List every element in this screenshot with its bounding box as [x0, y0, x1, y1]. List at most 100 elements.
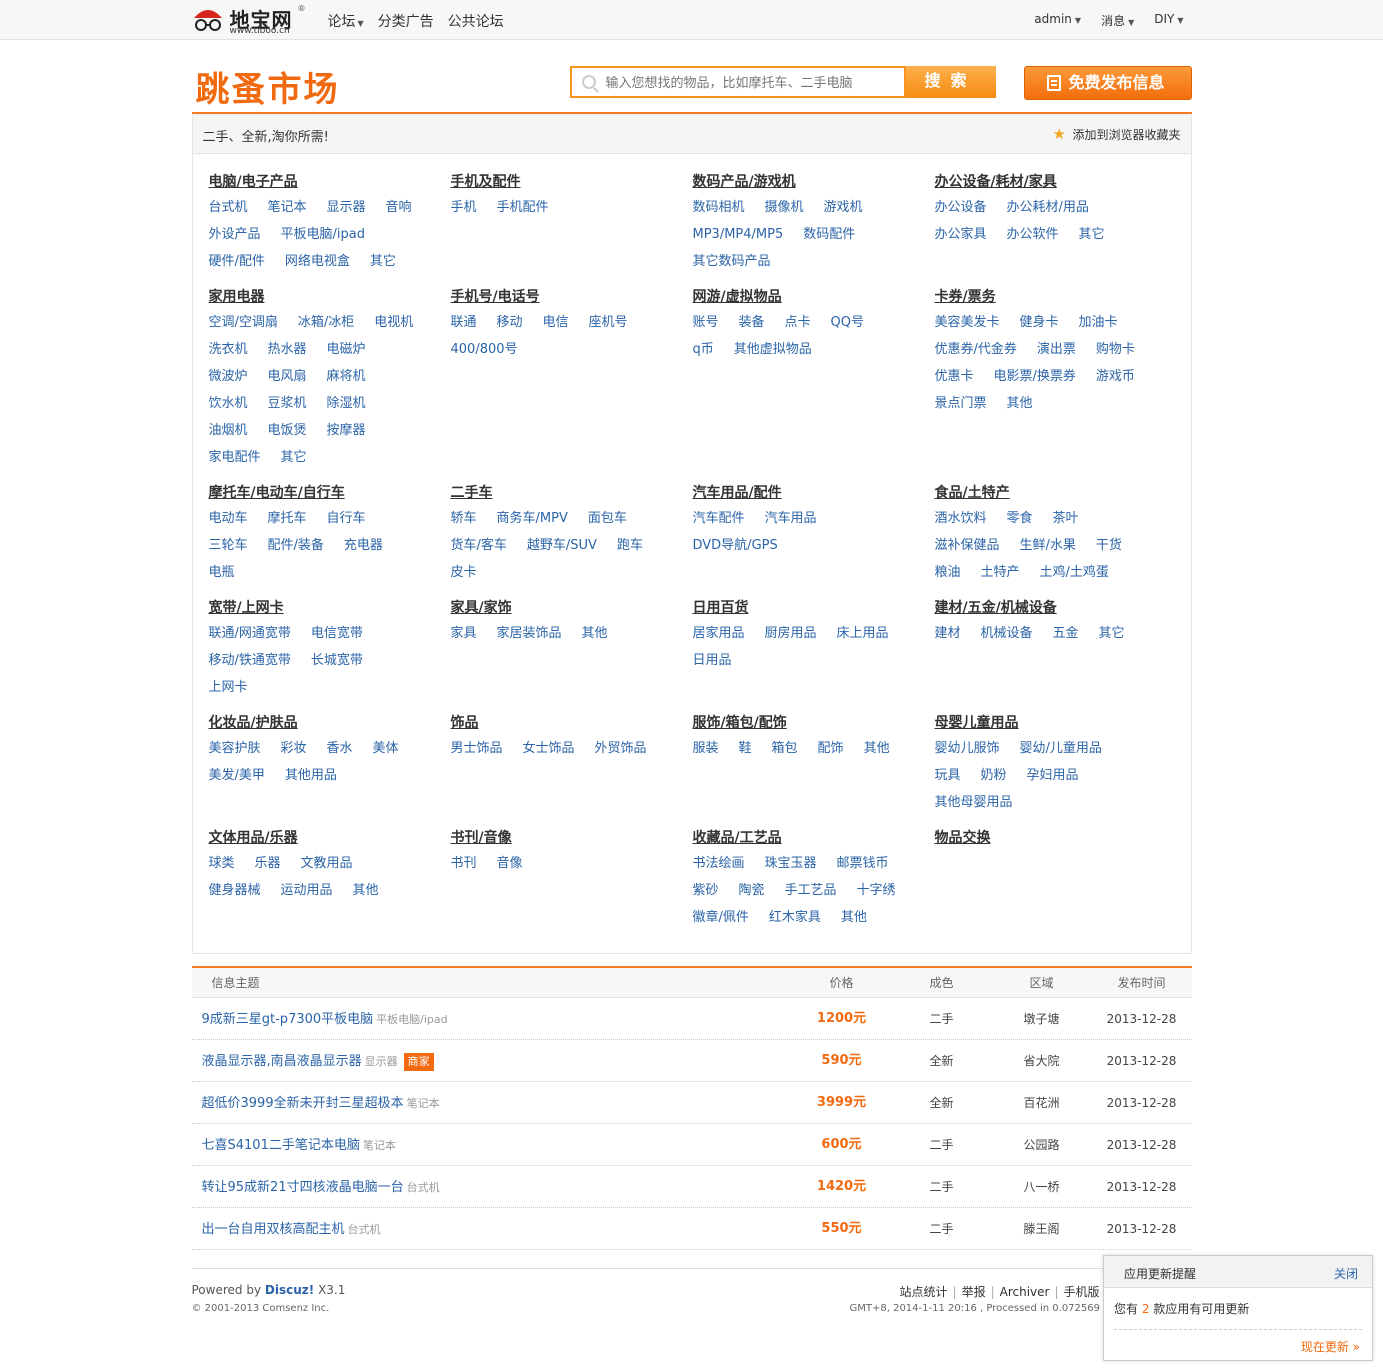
category-link[interactable]: 干货	[1096, 532, 1122, 559]
category-link[interactable]: 长城宽带	[311, 647, 363, 674]
category-link[interactable]: 除湿机	[327, 390, 366, 417]
category-link[interactable]: 三轮车	[209, 532, 248, 559]
category-link[interactable]: 女士饰品	[523, 735, 575, 762]
category-link[interactable]: 电动车	[209, 505, 248, 532]
site-logo[interactable]: 地宝网 ® www.tiboo.cn	[192, 4, 312, 36]
category-link[interactable]: 豆浆机	[268, 390, 307, 417]
category-link[interactable]: 手机	[451, 194, 477, 221]
nav-public-forum[interactable]: 公共论坛	[448, 11, 504, 31]
category-link[interactable]: 外设产品	[209, 221, 261, 248]
category-link[interactable]: 其它	[281, 444, 307, 471]
category-title[interactable]: 日用百货	[693, 596, 935, 620]
category-link[interactable]: 美容护肤	[209, 735, 261, 762]
category-link[interactable]: 电视机	[374, 309, 413, 336]
category-title[interactable]: 建材/五金/机械设备	[935, 596, 1177, 620]
category-link[interactable]: 其它	[370, 248, 396, 275]
category-link[interactable]: 账号	[693, 309, 719, 336]
category-link[interactable]: 台式机	[209, 194, 248, 221]
category-link[interactable]: 鞋	[739, 735, 752, 762]
category-link[interactable]: 电磁炉	[327, 336, 366, 363]
category-link[interactable]: 健身卡	[1020, 309, 1059, 336]
nav-forum[interactable]: 论坛 ▼	[328, 11, 364, 31]
category-link[interactable]: 上网卡	[209, 674, 248, 701]
category-link[interactable]: 优惠卡	[935, 363, 974, 390]
category-link[interactable]: 加油卡	[1079, 309, 1118, 336]
category-link[interactable]: 冰箱/冰柜	[298, 309, 354, 336]
search-button[interactable]: 搜索	[905, 66, 996, 98]
category-link[interactable]: 家具	[451, 620, 477, 647]
category-link[interactable]: 汽车配件	[693, 505, 745, 532]
category-link[interactable]: MP3/MP4/MP5	[693, 221, 784, 248]
category-link[interactable]: 五金	[1053, 620, 1079, 647]
category-link[interactable]: 奶粉	[981, 762, 1007, 789]
category-link[interactable]: 面包车	[588, 505, 627, 532]
category-link[interactable]: 电影票/换票券	[994, 363, 1076, 390]
category-link[interactable]: 配件/装备	[268, 532, 324, 559]
category-link[interactable]: 硬件/配件	[209, 248, 265, 275]
category-link[interactable]: 球类	[209, 850, 235, 877]
category-link[interactable]: 玩具	[935, 762, 961, 789]
category-title[interactable]: 书刊/音像	[451, 826, 693, 850]
category-link[interactable]: 汽车用品	[765, 505, 817, 532]
category-link[interactable]: 其它数码产品	[693, 248, 771, 275]
category-link[interactable]: 配饰	[818, 735, 844, 762]
category-title[interactable]: 母婴儿童用品	[935, 711, 1177, 735]
listing-title-link[interactable]: 转让95成新21寸四核液晶电脑一台	[202, 1180, 404, 1195]
update-now-link[interactable]: 现在更新 »	[1114, 1338, 1362, 1355]
category-link[interactable]: 电信	[543, 309, 569, 336]
category-link[interactable]: 麻将机	[327, 363, 366, 390]
category-link[interactable]: 音响	[386, 194, 412, 221]
category-link[interactable]: 乐器	[255, 850, 281, 877]
category-link[interactable]: 生鲜/水果	[1020, 532, 1076, 559]
category-link[interactable]: 家电配件	[209, 444, 261, 471]
category-link[interactable]: 微波炉	[209, 363, 248, 390]
listing-title-link[interactable]: 超低价3999全新未开封三星超极本	[202, 1096, 404, 1111]
category-link[interactable]: q币	[693, 336, 714, 363]
category-link[interactable]: 居家用品	[693, 620, 745, 647]
category-link[interactable]: 电饭煲	[268, 417, 307, 444]
category-link[interactable]: 酒水饮料	[935, 505, 987, 532]
category-link[interactable]: 其他	[353, 877, 379, 904]
category-title[interactable]: 收藏品/工艺品	[693, 826, 935, 850]
post-free-button[interactable]: 免费发布信息	[1023, 66, 1192, 100]
category-link[interactable]: 音像	[497, 850, 523, 877]
category-link[interactable]: 健身器械	[209, 877, 261, 904]
category-link[interactable]: 婴幼儿服饰	[935, 735, 1000, 762]
category-link[interactable]: 其它	[1099, 620, 1125, 647]
category-link[interactable]: 商务车/MPV	[497, 505, 568, 532]
category-link[interactable]: DVD导航/GPS	[693, 532, 778, 559]
category-link[interactable]: 婴幼/儿童用品	[1020, 735, 1102, 762]
category-link[interactable]: 空调/空调扇	[209, 309, 278, 336]
category-title[interactable]: 化妆品/护肤品	[209, 711, 451, 735]
category-title[interactable]: 手机及配件	[451, 170, 693, 194]
category-link[interactable]: 充电器	[344, 532, 383, 559]
category-link[interactable]: 厨房用品	[765, 620, 817, 647]
category-link[interactable]: 其它	[1079, 221, 1105, 248]
category-link[interactable]: 陶瓷	[739, 877, 765, 904]
category-link[interactable]: 饮水机	[209, 390, 248, 417]
listing-category-tag[interactable]: 台式机	[407, 1181, 440, 1194]
category-title[interactable]: 食品/土特产	[935, 481, 1177, 505]
category-link[interactable]: 数码相机	[693, 194, 745, 221]
category-link[interactable]: 美容美发卡	[935, 309, 1000, 336]
category-title[interactable]: 数码产品/游戏机	[693, 170, 935, 194]
category-link[interactable]: 演出票	[1037, 336, 1076, 363]
category-link[interactable]: 游戏币	[1096, 363, 1135, 390]
category-link[interactable]: 办公软件	[1007, 221, 1059, 248]
listing-category-tag[interactable]: 显示器	[365, 1055, 398, 1068]
category-link[interactable]: 其他	[1007, 390, 1033, 417]
category-link[interactable]: 滋补保健品	[935, 532, 1000, 559]
category-title[interactable]: 饰品	[451, 711, 693, 735]
category-link[interactable]: 摄像机	[765, 194, 804, 221]
category-link[interactable]: 办公设备	[935, 194, 987, 221]
category-title[interactable]: 汽车用品/配件	[693, 481, 935, 505]
category-link[interactable]: 服装	[693, 735, 719, 762]
category-link[interactable]: 彩妆	[281, 735, 307, 762]
category-link[interactable]: 手工艺品	[785, 877, 837, 904]
category-link[interactable]: 其他虚拟物品	[734, 336, 812, 363]
category-link[interactable]: 红木家具	[769, 904, 821, 931]
category-title[interactable]: 摩托车/电动车/自行车	[209, 481, 451, 505]
category-link[interactable]: 轿车	[451, 505, 477, 532]
category-link[interactable]: 越野车/SUV	[527, 532, 597, 559]
category-link[interactable]: 电信宽带	[311, 620, 363, 647]
